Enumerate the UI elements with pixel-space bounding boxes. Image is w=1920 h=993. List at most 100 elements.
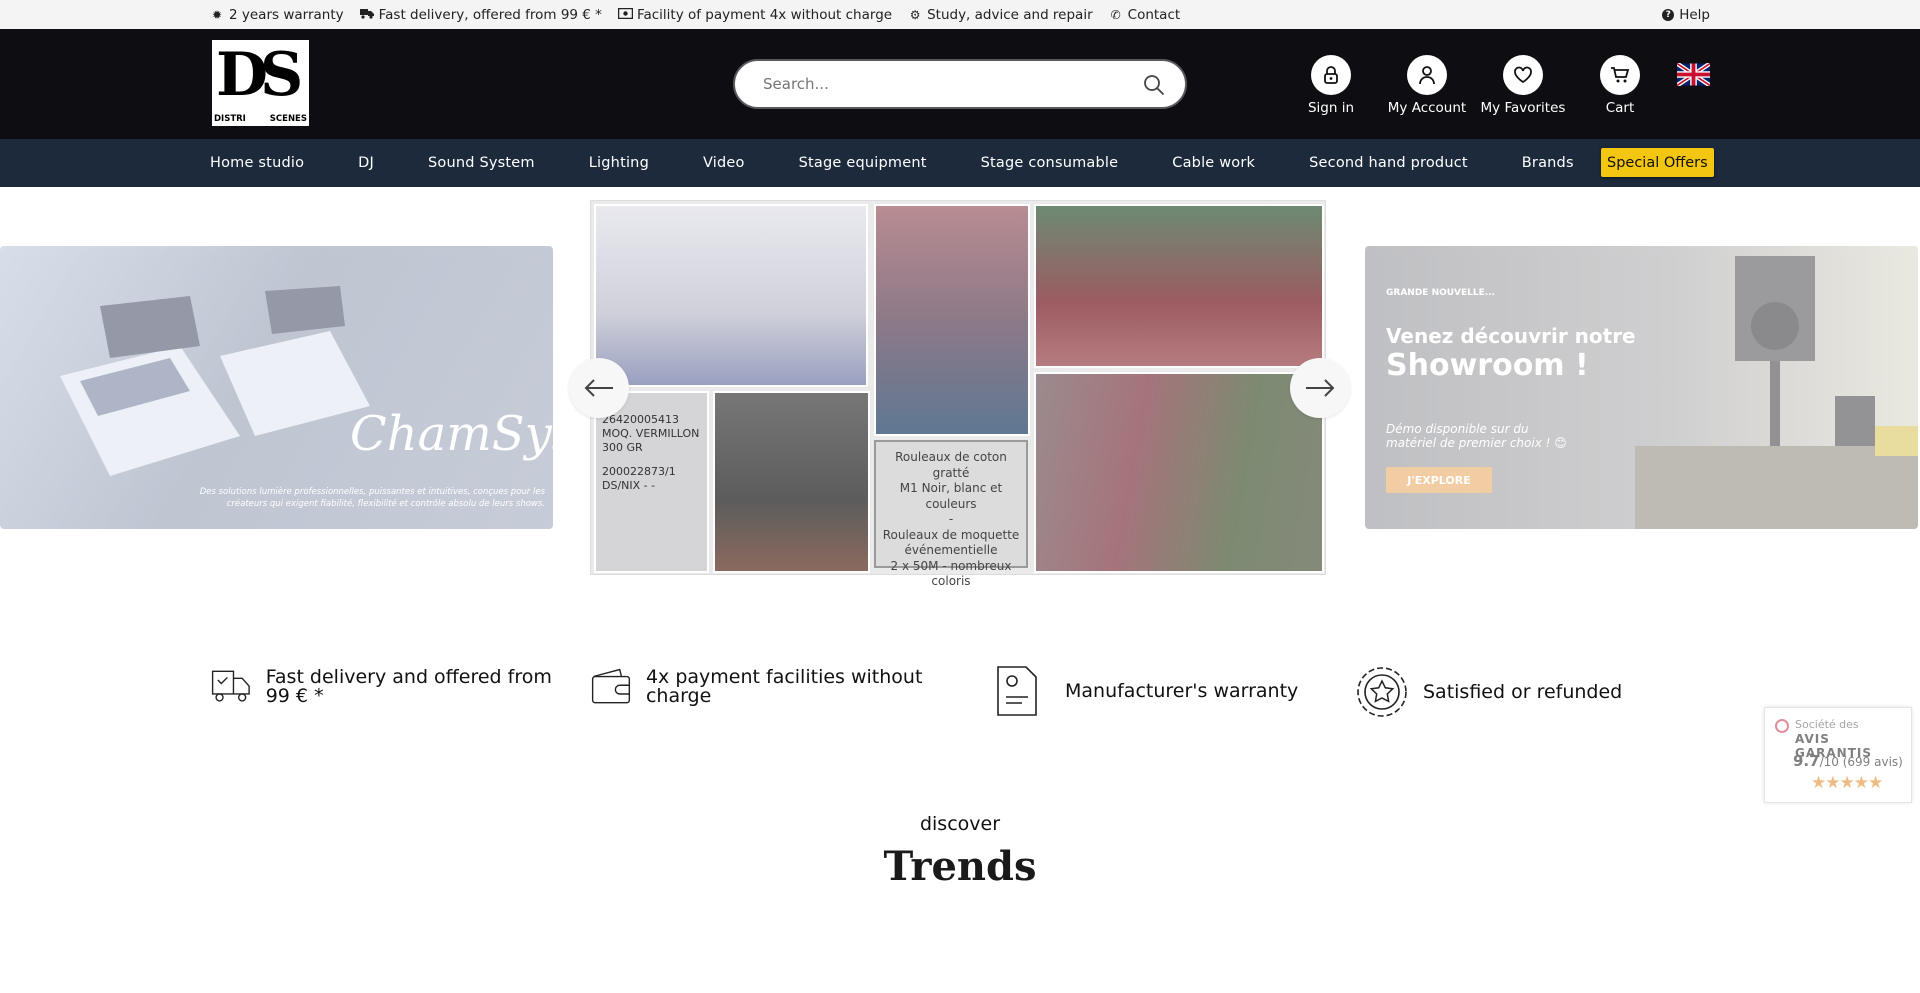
caption-line-2: M1 Noir, blanc et couleurs — [899, 481, 1003, 511]
lock-icon — [1311, 55, 1351, 95]
label-line-3: 300 GR — [602, 441, 643, 454]
topbar-contact-label: Contact — [1127, 6, 1181, 23]
caption-line-4: Rouleaux de moquette — [882, 527, 1020, 542]
reviews-score-value: 9.7 — [1793, 752, 1820, 770]
reviews-scale: /10 — [1819, 755, 1839, 769]
topbar-contact[interactable]: ✆ Contact — [1109, 7, 1181, 23]
slide-chamsys[interactable]: ChamSys Des solutions lumière profession… — [0, 246, 553, 529]
caption-line-3: - — [948, 512, 954, 526]
delivery-truck-icon — [211, 670, 250, 702]
search-icon[interactable] — [1143, 74, 1165, 96]
showroom-title-2: Showroom ! — [1386, 348, 1589, 383]
tile-colored-rolls — [874, 204, 1030, 436]
star-seal-icon — [1357, 667, 1407, 717]
help-link[interactable]: ? Help — [1662, 0, 1710, 29]
site-logo[interactable]: DS DISTRI SCENES — [212, 40, 309, 126]
label-line-2: MOQ. VERMILLON — [602, 427, 700, 440]
topbar-warranty-label: 2 years warranty — [229, 6, 344, 23]
caption-line-6: 2 x 50M - nombreux — [890, 558, 1012, 573]
trends-title: Trends — [883, 843, 1037, 890]
label-line-4: 200022873/1 — [602, 465, 676, 478]
search-input[interactable] — [763, 75, 1123, 93]
logo-subtitle: DISTRI SCENES — [214, 114, 307, 124]
nav-special-offers[interactable]: Special Offers — [1601, 148, 1714, 177]
warranty-document-icon — [997, 666, 1037, 716]
nav-sound-system[interactable]: Sound System — [428, 155, 535, 171]
reviews-stars: ★★★★★ — [1811, 773, 1883, 793]
topbar-payment-label: Facility of payment 4x without charge — [636, 6, 893, 23]
search-bar — [733, 59, 1187, 109]
logo-letters: DS — [216, 40, 303, 110]
money-icon — [617, 7, 634, 22]
feature-warranty: Manufacturer's warranty — [995, 665, 1325, 717]
slider-next-button[interactable] — [1290, 358, 1350, 418]
topbar-delivery[interactable]: Fast delivery, offered from 99 € * — [359, 6, 602, 23]
nav-brands[interactable]: Brands — [1522, 155, 1574, 171]
my-account-label: My Account — [1387, 100, 1467, 116]
help-label: Help — [1679, 6, 1710, 23]
tile-product-label: 26420005413 MOQ. VERMILLON 300 GR 200022… — [594, 391, 709, 573]
sign-in-label: Sign in — [1307, 100, 1355, 116]
site-header: DS DISTRI SCENES Sign in My Account My F… — [0, 29, 1920, 139]
nav-stage-consumable[interactable]: Stage consumable — [981, 155, 1119, 171]
reviews-count: (699 avis) — [1842, 755, 1903, 769]
caption-line-5: événementielle — [904, 543, 998, 557]
main-navigation: Home studio DJ Sound System Lighting Vid… — [0, 139, 1920, 187]
phone-icon: ✆ — [1110, 7, 1121, 22]
heart-icon — [1503, 55, 1543, 95]
feature-payment: 4x payment facilities without charge — [590, 665, 950, 709]
nav-second-hand[interactable]: Second hand product — [1309, 155, 1468, 171]
label-line-5: DS/NIX - - — [602, 479, 656, 492]
top-info-bar: ✹ 2 years warranty Fast delivery, offere… — [0, 0, 1920, 29]
nav-stage-equipment[interactable]: Stage equipment — [799, 155, 927, 171]
nav-home-studio[interactable]: Home studio — [210, 155, 304, 171]
topbar-study-label: Study, advice and repair — [927, 6, 1093, 23]
logo-right-word: SCENES — [269, 114, 307, 124]
topbar-delivery-label: Fast delivery, offered from 99 € * — [378, 6, 602, 23]
caption-line-7: coloris — [931, 574, 971, 588]
caption-line-1: Rouleaux de coton gratté — [895, 450, 1007, 480]
showroom-subtitle: Démo disponible sur du matériel de premi… — [1386, 422, 1567, 450]
cart-label: Cart — [1605, 100, 1635, 116]
chamsys-brand: ChamSys — [350, 406, 553, 462]
tile-red-rolls — [1034, 204, 1324, 368]
logo-left-word: DISTRI — [214, 114, 246, 124]
feature-refund: Satisfied or refunded — [1355, 665, 1685, 719]
chamsys-tagline: Des solutions lumière professionnelles, … — [199, 487, 545, 509]
help-icon: ? — [1662, 8, 1675, 21]
slide-showroom[interactable]: GRANDE NOUVELLE... Venez découvrir notre… — [1365, 246, 1918, 529]
badge-icon: ✹ — [211, 7, 223, 22]
topbar-study[interactable]: ⚙ Study, advice and repair — [908, 7, 1093, 23]
lighting-console-image — [60, 286, 370, 476]
feature-delivery-label: Fast delivery and offered from 99 € * — [265, 666, 552, 707]
my-favorites-button[interactable]: My Favorites — [1473, 55, 1573, 116]
avis-garantis-logo-icon — [1775, 719, 1789, 733]
uk-flag-icon[interactable] — [1677, 63, 1710, 86]
sign-in-button[interactable]: Sign in — [1281, 55, 1381, 116]
wallet-icon — [591, 668, 631, 704]
nav-dj[interactable]: DJ — [358, 155, 374, 171]
topbar-payment[interactable]: Facility of payment 4x without charge — [617, 6, 893, 23]
arrow-right-icon — [1306, 379, 1335, 397]
nav-lighting[interactable]: Lighting — [589, 155, 649, 171]
arrow-left-icon — [584, 379, 613, 397]
feature-refund-label: Satisfied or refunded — [1423, 680, 1623, 703]
cart-button[interactable]: Cart — [1570, 55, 1670, 116]
reviews-badge[interactable]: Société des AVIS GARANTIS 9.7/10 (699 av… — [1764, 707, 1912, 803]
tile-carpet-rolls — [1034, 372, 1324, 573]
speaker-image — [1635, 256, 1918, 529]
feature-warranty-label: Manufacturer's warranty — [1065, 679, 1299, 702]
discover-kicker: discover — [919, 813, 1001, 835]
reviews-score: 9.7/10 (699 avis) — [1793, 752, 1903, 770]
nav-video[interactable]: Video — [703, 155, 745, 171]
tile-dark-rolls — [713, 391, 870, 573]
truck-icon — [359, 8, 374, 22]
my-account-button[interactable]: My Account — [1377, 55, 1477, 116]
cart-icon — [1600, 55, 1640, 95]
explore-button[interactable]: J'EXPLORE — [1386, 467, 1492, 493]
topbar-warranty[interactable]: ✹ 2 years warranty — [210, 7, 344, 23]
nav-cable-work[interactable]: Cable work — [1172, 155, 1255, 171]
gears-icon: ⚙ — [909, 7, 921, 22]
feature-delivery: Fast delivery and offered from 99 € * — [210, 665, 570, 709]
slider-prev-button[interactable] — [569, 358, 629, 418]
